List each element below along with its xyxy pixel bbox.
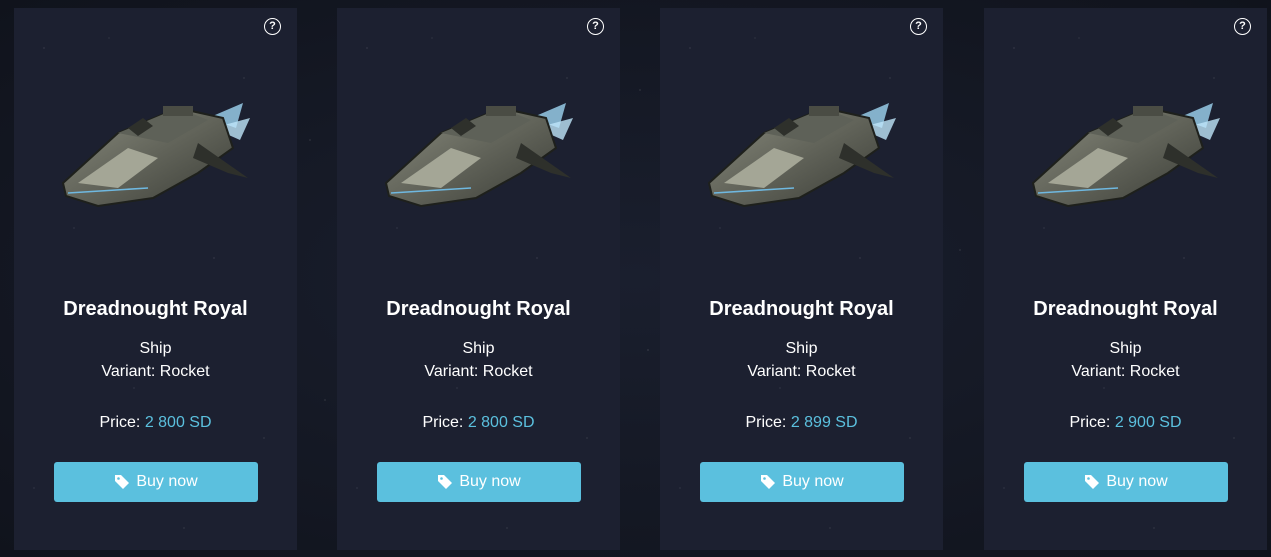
- product-name: Dreadnought Royal: [386, 298, 571, 320]
- buy-now-label: Buy now: [1106, 473, 1168, 490]
- question-circle-icon[interactable]: ?: [1234, 18, 1251, 35]
- product-type: Ship: [462, 340, 495, 357]
- spaceship-image: [707, 103, 896, 208]
- buy-now-button[interactable]: Buy now: [377, 462, 581, 502]
- buy-now-label: Buy now: [459, 473, 521, 490]
- price-label: Price:: [422, 414, 464, 431]
- price-label: Price:: [745, 414, 787, 431]
- spaceship-image: [1031, 103, 1220, 208]
- product-price: Price: 2 899 SD: [660, 414, 943, 432]
- question-circle-icon[interactable]: ?: [587, 18, 604, 35]
- product-type: Ship: [1109, 340, 1142, 357]
- product-name: Dreadnought Royal: [709, 298, 894, 320]
- product-grid: ? Dreadnought Royal Ship Variant: Rocket…: [0, 0, 1271, 557]
- product-card: ? Dreadnought Royal Ship Variant: Rocket…: [14, 8, 297, 550]
- price-value: 2 800 SD: [467, 414, 535, 431]
- product-card: ? Dreadnought Royal Ship Variant: Rocket…: [660, 8, 943, 550]
- tag-icon: [115, 475, 130, 489]
- price-label: Price:: [1069, 414, 1111, 431]
- question-circle-icon[interactable]: ?: [910, 18, 927, 35]
- product-type: Ship: [785, 340, 818, 357]
- product-variant: Variant: Rocket: [424, 363, 533, 380]
- product-name: Dreadnought Royal: [63, 298, 248, 320]
- tag-icon: [761, 475, 776, 489]
- product-price: Price: 2 900 SD: [984, 414, 1267, 432]
- product-price: Price: 2 800 SD: [14, 414, 297, 432]
- price-label: Price:: [99, 414, 141, 431]
- buy-now-button[interactable]: Buy now: [700, 462, 904, 502]
- buy-now-label: Buy now: [782, 473, 844, 490]
- product-variant: Variant: Rocket: [101, 363, 210, 380]
- product-card: ? Dreadnought Royal Ship Variant: Rocket…: [337, 8, 620, 550]
- product-card: ? Dreadnought Royal Ship Variant: Rocket…: [984, 8, 1267, 550]
- buy-now-label: Buy now: [136, 473, 198, 490]
- product-variant: Variant: Rocket: [1071, 363, 1180, 380]
- product-type: Ship: [139, 340, 172, 357]
- spaceship-image: [384, 103, 573, 208]
- product-variant: Variant: Rocket: [747, 363, 856, 380]
- buy-now-button[interactable]: Buy now: [54, 462, 258, 502]
- price-value: 2 800 SD: [144, 414, 212, 431]
- price-value: 2 900 SD: [1114, 414, 1182, 431]
- spaceship-image: [61, 103, 250, 208]
- product-name: Dreadnought Royal: [1033, 298, 1218, 320]
- product-price: Price: 2 800 SD: [337, 414, 620, 432]
- price-value: 2 899 SD: [790, 414, 858, 431]
- question-circle-icon[interactable]: ?: [264, 18, 281, 35]
- buy-now-button[interactable]: Buy now: [1024, 462, 1228, 502]
- tag-icon: [1085, 475, 1100, 489]
- tag-icon: [438, 475, 453, 489]
